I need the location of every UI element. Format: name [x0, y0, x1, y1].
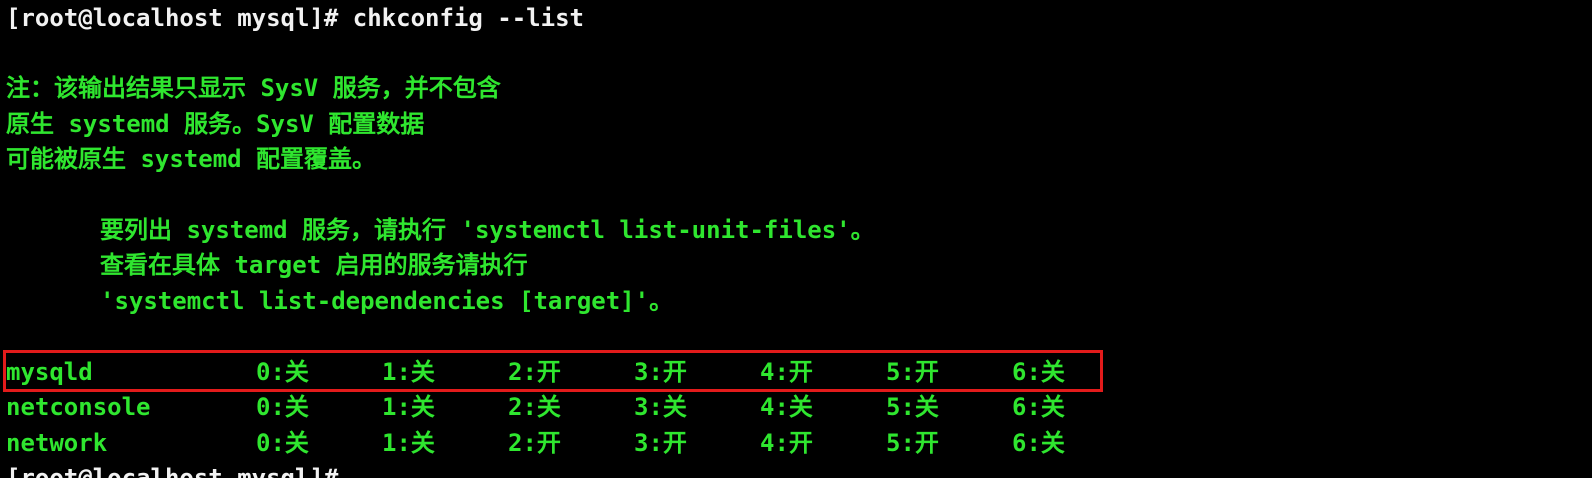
runlevel-0-status: 0:关: [256, 429, 309, 457]
runlevel-6-status: 6:关: [1012, 393, 1065, 421]
service-row-netconsole: netconsole 0:关 1:关 2:关 3:关 4:关 5:关 6:关: [6, 390, 1106, 425]
note-line-1: 注：该输出结果只显示 SysV 服务，并不包含: [6, 74, 501, 102]
runlevel-5-status: 5:关: [886, 393, 939, 421]
hint-line-3: 'systemctl list-dependencies [target]'。: [100, 287, 674, 315]
runlevel-6-status: 6:关: [1012, 429, 1065, 457]
runlevel-4-status: 4:关: [760, 393, 813, 421]
highlight-box-mysqld: [3, 350, 1103, 392]
service-name: netconsole: [6, 393, 151, 421]
runlevel-3-status: 3:开: [634, 429, 687, 457]
service-name: network: [6, 429, 108, 457]
runlevel-1-status: 1:关: [382, 393, 435, 421]
runlevel-4-status: 4:开: [760, 429, 813, 457]
runlevel-3-status: 3:关: [634, 393, 687, 421]
runlevel-2-status: 2:开: [508, 429, 561, 457]
runlevel-0-status: 0:关: [256, 393, 309, 421]
hint-line-1: 要列出 systemd 服务，请执行 'systemctl list-unit-…: [100, 216, 875, 244]
partial-prompt-line: [root@localhost mysql]#: [6, 464, 353, 478]
runlevel-5-status: 5:开: [886, 429, 939, 457]
runlevel-2-status: 2:关: [508, 393, 561, 421]
hint-line-2: 查看在具体 target 启用的服务请执行: [100, 251, 528, 279]
command-prompt-line: [root@localhost mysql]# chkconfig --list: [6, 4, 584, 32]
runlevel-1-status: 1:关: [382, 429, 435, 457]
service-row-network: network 0:关 1:关 2:开 3:开 4:开 5:开 6:关: [6, 426, 1106, 461]
note-line-2: 原生 systemd 服务。SysV 配置数据: [6, 110, 425, 138]
note-line-3: 可能被原生 systemd 配置覆盖。: [6, 145, 377, 173]
terminal-window[interactable]: [root@localhost mysql]# chkconfig --list…: [0, 0, 1592, 478]
